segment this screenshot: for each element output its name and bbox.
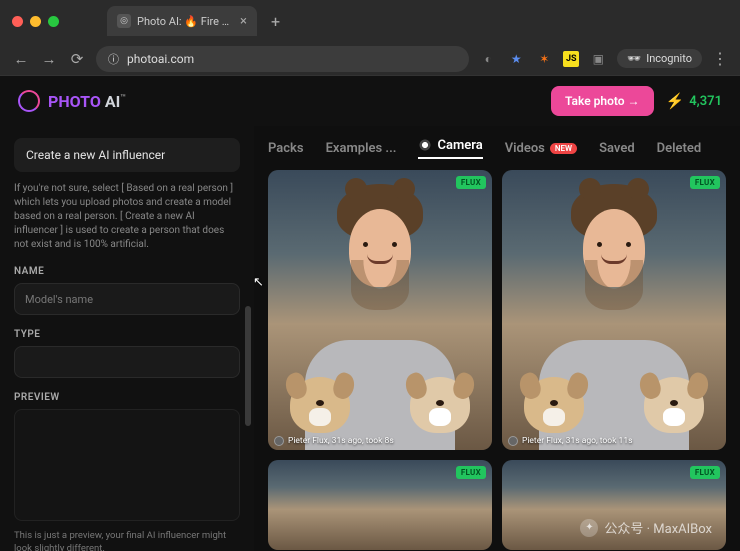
app-header: PHOTO AI™ Take photo → ⚡ 4,371	[0, 76, 740, 126]
sidebar: Create a new AI influencer If you're not…	[0, 126, 254, 551]
credits-counter[interactable]: ⚡ 4,371	[666, 92, 722, 110]
tab-title: Photo AI: 🔥 Fire your photog	[137, 15, 234, 28]
new-badge: NEW	[550, 143, 577, 154]
photo-card[interactable]: FLUX Pieter Flux, 31s ago, took 11s	[502, 170, 726, 450]
photo-caption: Pieter Flux, 31s ago, took 8s	[274, 436, 394, 446]
star-icon[interactable]: ★	[507, 50, 525, 68]
sidebar-description: If you're not sure, select [ Based on a …	[14, 182, 240, 252]
browser-tab[interactable]: ◎ Photo AI: 🔥 Fire your photog ×	[107, 6, 257, 36]
js-extension-icon[interactable]: JS	[563, 51, 579, 67]
caption-text: Pieter Flux, 31s ago, took 8s	[288, 436, 394, 446]
tab-saved[interactable]: Saved	[599, 141, 635, 156]
close-window-icon[interactable]	[12, 16, 23, 27]
flux-badge: FLUX	[690, 466, 720, 479]
tab-deleted-label: Deleted	[657, 141, 702, 156]
create-influencer-button[interactable]: Create a new AI influencer	[14, 138, 240, 172]
type-select[interactable]	[14, 346, 240, 378]
preview-note: This is just a preview, your final AI in…	[14, 529, 240, 551]
brand-word-photo: PHOTO	[48, 92, 101, 111]
close-tab-icon[interactable]: ×	[240, 14, 247, 29]
browser-toolbar: ← → ⟳ ⓘ photoai.com ◐ ★ ✶ JS ▣ 🕶 Incogni…	[0, 42, 740, 76]
favicon-icon: ◎	[117, 14, 131, 28]
take-photo-button[interactable]: Take photo →	[551, 86, 654, 116]
extension-icon[interactable]: ✶	[535, 50, 553, 68]
photo-card[interactable]: FLUX	[502, 460, 726, 550]
type-label: TYPE	[14, 329, 240, 340]
model-name-placeholder: Model's name	[25, 293, 93, 306]
photo-card[interactable]: FLUX Pieter Flux, 31s ago, took 8s	[268, 170, 492, 450]
preview-box	[14, 409, 240, 521]
eye-off-icon[interactable]: ◐	[479, 50, 497, 68]
tab-camera[interactable]: Camera	[418, 138, 482, 159]
tab-videos[interactable]: Videos NEW	[505, 141, 577, 156]
sidebar-scrollbar[interactable]	[245, 126, 251, 551]
avatar-icon	[508, 436, 518, 446]
tab-camera-label: Camera	[437, 138, 482, 153]
browser-tab-strip: ◎ Photo AI: 🔥 Fire your photog × +	[0, 0, 740, 42]
tab-videos-label: Videos	[505, 141, 545, 156]
tab-packs[interactable]: Packs	[268, 141, 304, 156]
model-name-input[interactable]: Model's name	[14, 283, 240, 315]
main-area: Create a new AI influencer If you're not…	[0, 126, 740, 551]
photo-grid: FLUX Pieter Flux, 31s ago, took 8s FLUX …	[268, 170, 726, 550]
url-text: photoai.com	[127, 52, 194, 66]
brand-logo[interactable]: PHOTO AI™	[18, 90, 126, 112]
minimize-window-icon[interactable]	[30, 16, 41, 27]
photo-card[interactable]: FLUX	[268, 460, 492, 550]
incognito-badge[interactable]: 🕶 Incognito	[617, 49, 702, 68]
tab-examples[interactable]: Examples ...	[326, 141, 397, 156]
trademark-icon: ™	[120, 93, 126, 103]
tab-deleted[interactable]: Deleted	[657, 141, 702, 156]
caption-text: Pieter Flux, 31s ago, took 11s	[522, 436, 633, 446]
maximize-window-icon[interactable]	[48, 16, 59, 27]
site-info-icon[interactable]: ⓘ	[108, 51, 119, 67]
address-bar[interactable]: ⓘ photoai.com	[96, 46, 469, 72]
content-tabs: Packs Examples ... Camera Videos NEW Sav…	[268, 126, 726, 170]
incognito-icon: 🕶	[627, 52, 641, 65]
bolt-icon: ⚡	[666, 92, 685, 110]
reload-icon[interactable]: ⟳	[68, 50, 86, 68]
new-tab-button[interactable]: +	[265, 12, 286, 31]
brand-word-ai: AI	[105, 92, 120, 111]
take-photo-label: Take photo →	[565, 94, 640, 108]
extensions-area: ◐ ★ ✶ JS ▣ 🕶 Incognito ⋮	[479, 49, 728, 68]
flux-badge: FLUX	[456, 176, 486, 189]
tab-examples-label: Examples ...	[326, 141, 397, 156]
name-label: NAME	[14, 266, 240, 277]
flux-badge: FLUX	[456, 466, 486, 479]
tab-saved-label: Saved	[599, 141, 635, 156]
create-influencer-label: Create a new AI influencer	[26, 148, 165, 162]
tab-packs-label: Packs	[268, 141, 304, 156]
aperture-icon	[418, 138, 432, 152]
logo-swirl-icon	[18, 90, 40, 112]
photo-caption: Pieter Flux, 31s ago, took 11s	[508, 436, 633, 446]
flux-badge: FLUX	[690, 176, 720, 189]
incognito-label: Incognito	[646, 52, 692, 65]
forward-icon[interactable]: →	[40, 50, 58, 68]
back-icon[interactable]: ←	[12, 50, 30, 68]
extension-icon-2[interactable]: ▣	[589, 50, 607, 68]
preview-label: PREVIEW	[14, 392, 240, 403]
credits-value: 4,371	[689, 94, 722, 109]
content-area: Packs Examples ... Camera Videos NEW Sav…	[254, 126, 740, 551]
avatar-icon	[274, 436, 284, 446]
window-controls	[12, 16, 59, 27]
browser-menu-icon[interactable]: ⋮	[712, 49, 728, 68]
